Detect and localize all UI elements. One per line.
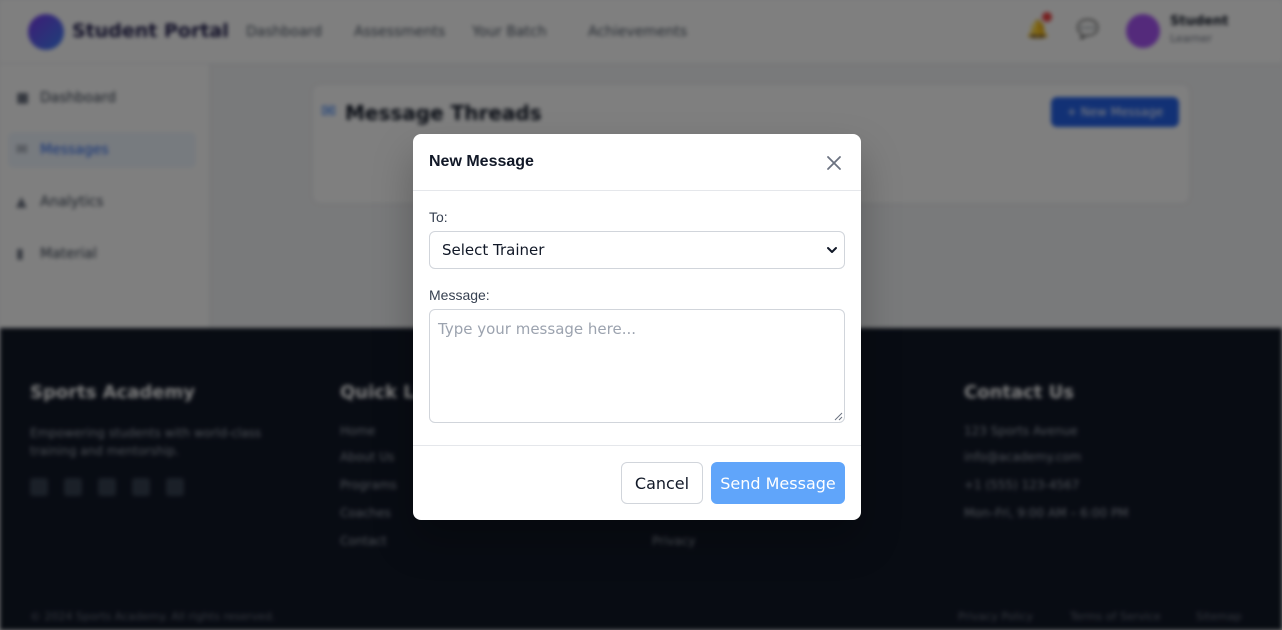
message-placeholder: Type your message here...: [438, 320, 637, 338]
message-textarea[interactable]: Type your message here...: [429, 309, 845, 423]
trainer-select[interactable]: Select Trainer: [429, 231, 845, 269]
to-label: To:: [429, 209, 448, 225]
send-message-button[interactable]: Send Message: [711, 462, 845, 504]
cancel-button[interactable]: Cancel: [621, 462, 703, 504]
modal-footer: Cancel Send Message: [413, 445, 861, 520]
modal-header: New Message: [413, 134, 861, 191]
trainer-select-value: Select Trainer: [442, 241, 545, 259]
new-message-modal: New Message To: Select Trainer Message: …: [413, 134, 861, 520]
chevron-down-icon: [827, 247, 837, 253]
close-button[interactable]: [823, 152, 845, 174]
resize-handle-icon[interactable]: [834, 412, 843, 421]
modal-title: New Message: [429, 153, 534, 170]
close-icon: [827, 156, 841, 170]
message-label: Message:: [429, 287, 490, 303]
